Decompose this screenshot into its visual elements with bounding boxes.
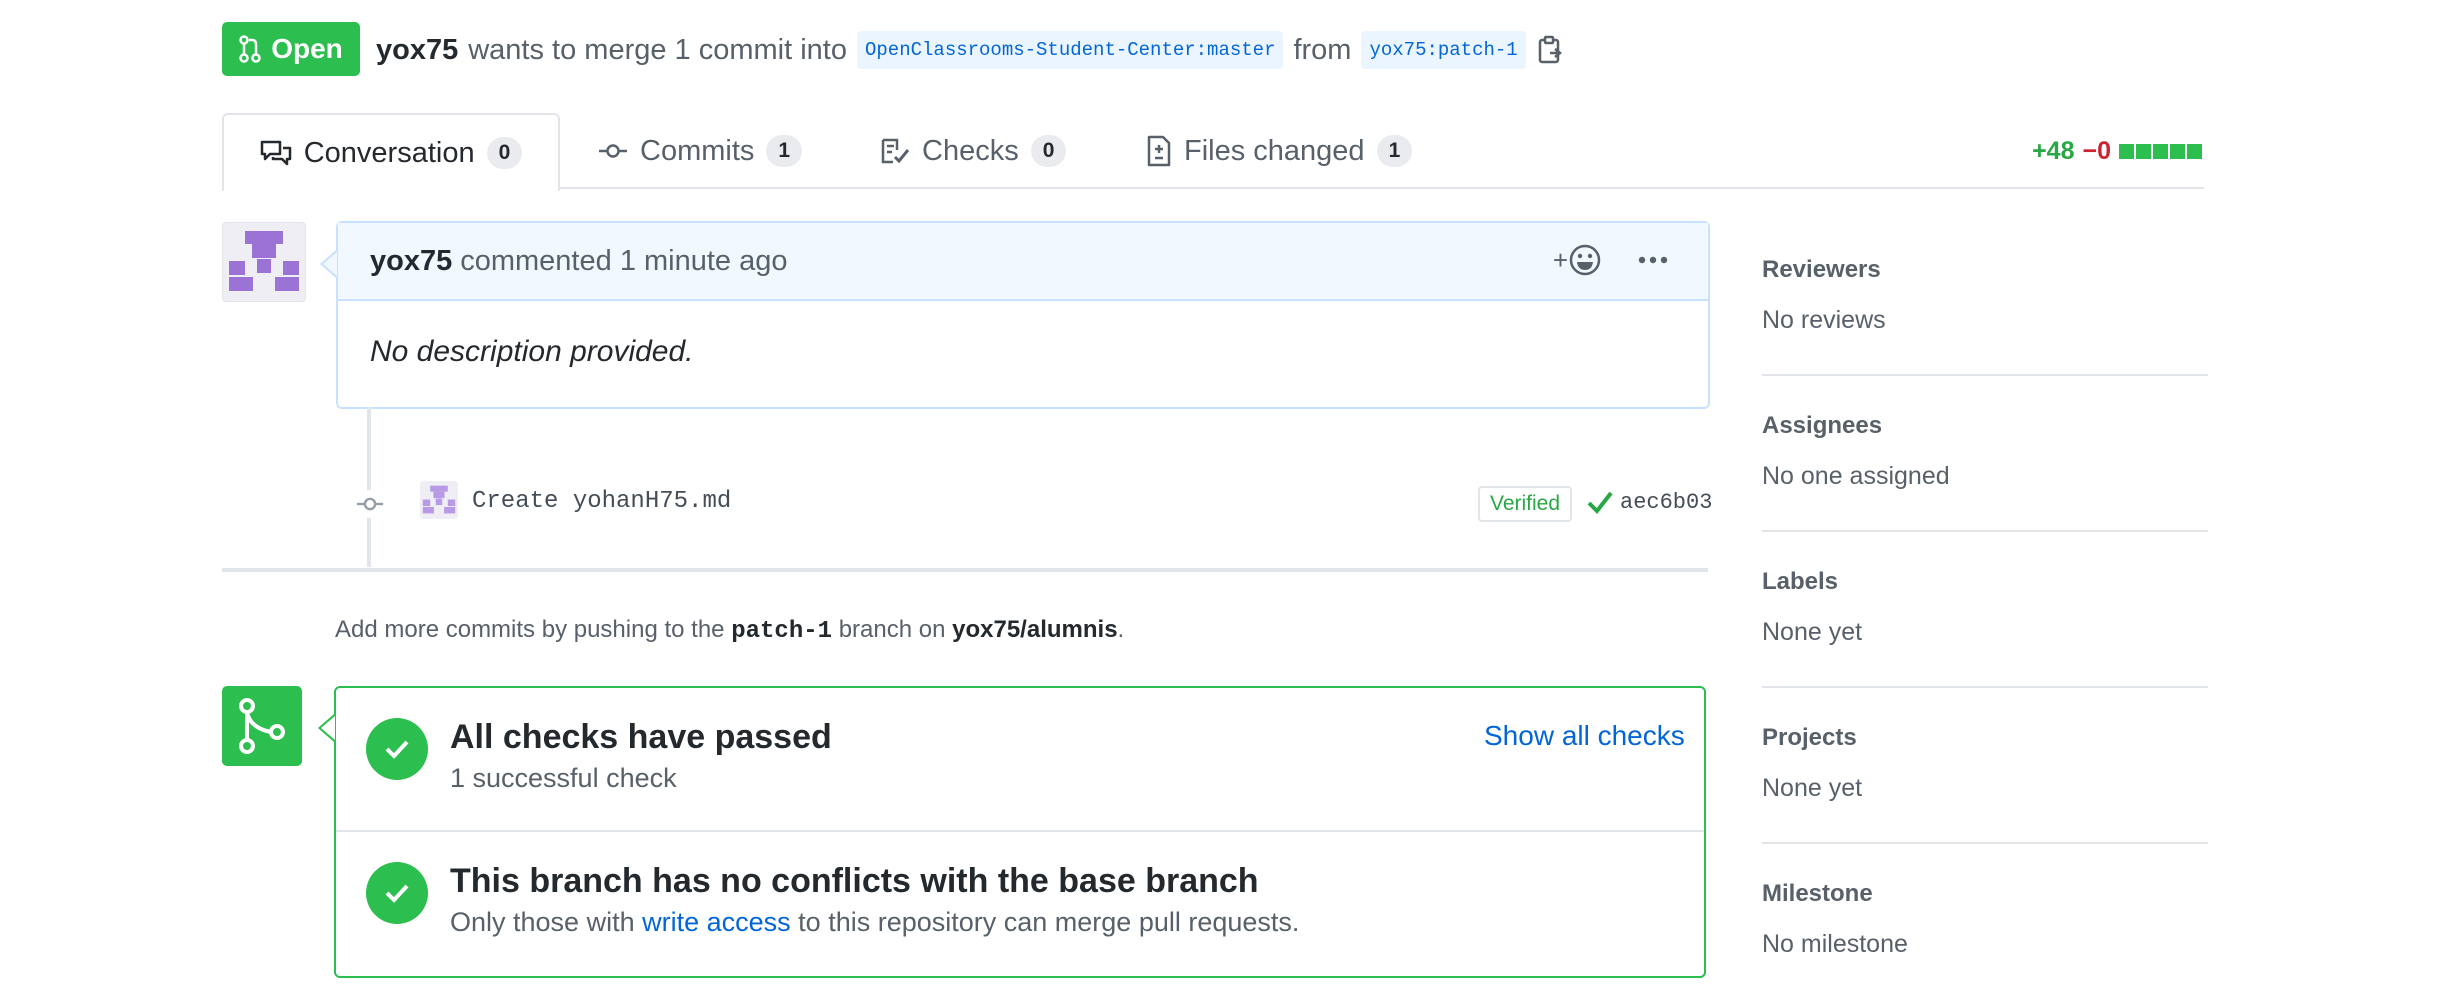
- tab-files-changed-count: 1: [1376, 135, 1413, 167]
- push-hint-branch: patch-1: [731, 618, 833, 645]
- reaction-plus: +: [1552, 244, 1568, 275]
- git-pull-request-icon: [239, 35, 261, 63]
- show-all-checks-link[interactable]: Show all checks: [1484, 720, 1685, 752]
- diffstat-blocks: [2119, 137, 2204, 166]
- tab-commits-label: Commits: [640, 134, 755, 167]
- sidebar-divider: [1762, 686, 2208, 688]
- timeline-line: [367, 407, 371, 567]
- add-reaction-button[interactable]: +: [1553, 243, 1602, 277]
- from-text: from: [1293, 33, 1352, 66]
- diffstat: +48 −0: [2032, 137, 2204, 166]
- tab-conversation-label: Conversation: [303, 136, 475, 169]
- checks-title: All checks have passed: [450, 718, 832, 756]
- smiley-icon: [1569, 244, 1601, 276]
- sidebar-divider: [1762, 842, 2208, 844]
- file-diff-icon: [1147, 135, 1171, 167]
- pr-state-label: Open: [271, 33, 343, 64]
- checks-subtitle: 1 successful check: [450, 763, 677, 793]
- conflict-status: This branch has no conflicts with the ba…: [366, 862, 1299, 938]
- tab-conversation[interactable]: Conversation 0: [222, 113, 560, 191]
- avatar[interactable]: [222, 222, 306, 302]
- sidebar-assignees[interactable]: Assignees No one assigned: [1762, 412, 2208, 491]
- sidebar-divider: [1762, 374, 2208, 376]
- conflict-sub-prefix: Only those with: [450, 907, 635, 937]
- identicon-icon: [422, 485, 456, 514]
- push-hint-suffix: .: [1117, 616, 1125, 643]
- comment-author[interactable]: yox75: [370, 245, 452, 278]
- tab-files-changed-label: Files changed: [1184, 134, 1365, 167]
- tab-checks-label: Checks: [922, 134, 1019, 167]
- sidebar-divider: [1762, 530, 2208, 532]
- sidebar-heading[interactable]: Reviewers: [1762, 256, 2208, 284]
- comment-caret-inner: [323, 252, 337, 276]
- push-hint-prefix: Add more commits by pushing to the: [335, 616, 725, 643]
- commit-node-icon: [356, 490, 384, 518]
- tab-files-changed[interactable]: Files changed 1: [1146, 113, 1413, 189]
- comment-header: yox75 commented 1 minute ago +: [338, 223, 1708, 301]
- checklist-icon: [881, 138, 910, 164]
- checks-status: All checks have passed 1 successful chec…: [366, 718, 832, 794]
- comment-box: yox75 commented 1 minute ago + No descri…: [336, 221, 1710, 409]
- tab-commits[interactable]: Commits 1: [598, 113, 803, 189]
- commit-message[interactable]: Create yohanH75.md: [472, 488, 731, 515]
- base-branch-ref[interactable]: OpenClassrooms-Student-Center:master: [857, 31, 1284, 69]
- sidebar-labels[interactable]: Labels None yet: [1762, 568, 2208, 647]
- merge-status-icon: [222, 686, 302, 766]
- push-hint-repo: yox75/alumnis: [952, 616, 1118, 643]
- sidebar-heading[interactable]: Projects: [1762, 724, 2208, 752]
- comment-time[interactable]: 1 minute ago: [620, 245, 788, 278]
- sidebar-milestone[interactable]: Milestone No milestone: [1762, 880, 2208, 959]
- sidebar-heading[interactable]: Labels: [1762, 568, 2208, 596]
- conflict-subtitle: Only those with write access to this rep…: [450, 907, 1299, 938]
- conflict-sub-suffix: to this repository can merge pull reques…: [798, 907, 1300, 937]
- commit-author-avatar[interactable]: [420, 481, 458, 519]
- check-icon[interactable]: [1586, 488, 1614, 516]
- comment-action: commented: [460, 244, 612, 277]
- pr-merge-summary: yox75 wants to merge 1 commit into OpenC…: [376, 28, 1564, 72]
- diffstat-deletions: −0: [2082, 137, 2111, 165]
- verified-badge[interactable]: Verified: [1478, 486, 1572, 522]
- copy-clipboard-icon[interactable]: [1536, 35, 1564, 65]
- merge-box-separator: [336, 830, 1704, 832]
- git-commit-icon: [599, 144, 627, 158]
- tab-checks[interactable]: Checks 0: [880, 113, 1067, 189]
- checks-success-icon: [366, 718, 428, 780]
- tab-checks-count: 0: [1030, 135, 1067, 167]
- comment-body: No description provided.: [370, 335, 694, 368]
- sidebar-heading[interactable]: Milestone: [1762, 880, 2208, 908]
- sidebar-value: No one assigned: [1762, 462, 1950, 490]
- sidebar-projects[interactable]: Projects None yet: [1762, 724, 2208, 803]
- sidebar-reviewers[interactable]: Reviewers No reviews: [1762, 256, 2208, 335]
- merge-caret-inner: [321, 716, 335, 740]
- sidebar-value: No reviews: [1762, 306, 1886, 334]
- pr-author[interactable]: yox75: [376, 34, 458, 67]
- push-hint-middle: branch on: [838, 616, 946, 643]
- write-access-link[interactable]: write access: [642, 907, 791, 937]
- diffstat-additions: +48: [2032, 137, 2075, 165]
- merge-text: wants to merge 1 commit into: [468, 33, 847, 66]
- tab-commits-count: 1: [766, 135, 803, 167]
- head-branch-ref[interactable]: yox75:patch-1: [1361, 31, 1526, 69]
- push-hint: Add more commits by pushing to the patch…: [335, 616, 1124, 645]
- comment-discussion-icon: [260, 140, 291, 166]
- sidebar-value: No milestone: [1762, 930, 1908, 958]
- commit-sha[interactable]: aec6b03: [1620, 490, 1712, 515]
- identicon-icon: [229, 231, 299, 291]
- git-merge-icon: [239, 698, 285, 754]
- pr-state-badge: Open: [222, 22, 360, 76]
- sidebar-heading[interactable]: Assignees: [1762, 412, 2208, 440]
- conflict-success-icon: [366, 862, 428, 924]
- sidebar-value: None yet: [1762, 618, 1863, 646]
- kebab-horizontal-icon[interactable]: [1638, 255, 1668, 265]
- tab-conversation-count: 0: [486, 137, 523, 169]
- timeline-divider: [222, 568, 1708, 572]
- sidebar-value: None yet: [1762, 774, 1863, 802]
- conflict-title: This branch has no conflicts with the ba…: [450, 862, 1259, 900]
